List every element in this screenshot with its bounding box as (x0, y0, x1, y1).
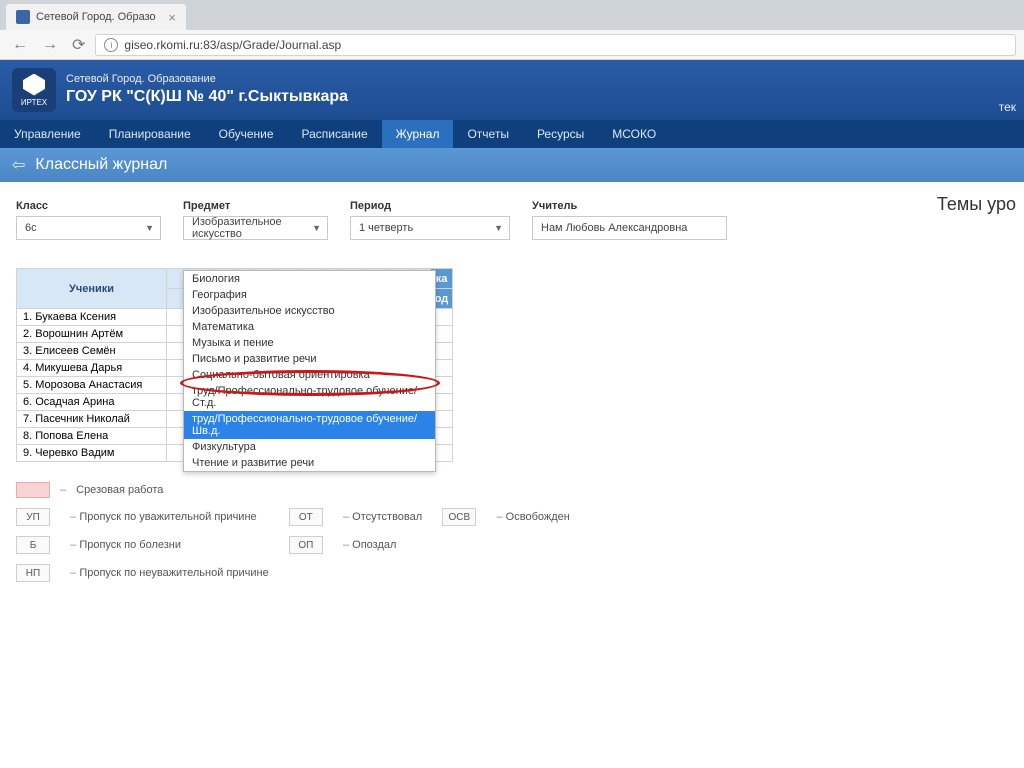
legend-text: – Пропуск по неуважительной причине (70, 567, 275, 579)
dropdown-subject[interactable]: БиологияГеографияИзобразительное искусст… (183, 270, 436, 472)
filter-row: Класс 6c ▼ Предмет Изобразительное искус… (16, 200, 1008, 240)
back-page-icon[interactable]: ⇦ (12, 155, 25, 175)
select-subject[interactable]: Изобразительное искусство ▼ (183, 216, 328, 240)
nav-item-0[interactable]: Управление (0, 120, 95, 148)
students-header: Ученики (17, 269, 167, 309)
page-title: Классный журнал (35, 156, 167, 174)
nav-item-5[interactable]: Отчеты (453, 120, 522, 148)
reload-icon[interactable]: ⟳ (68, 33, 89, 57)
student-name: 4. Микушева Дарья (17, 360, 167, 377)
nav-item-4[interactable]: Журнал (382, 120, 454, 148)
app-titles: Сетевой Город. Образование ГОУ РК "С(К)Ш… (66, 72, 348, 107)
select-teacher[interactable]: Нам Любовь Александровна (532, 216, 727, 240)
legend-text: – Освобожден (497, 511, 577, 523)
student-name: 2. Ворошнин Артём (17, 326, 167, 343)
dropdown-option[interactable]: Социально-бытовая ориентировка (184, 367, 435, 383)
legend-code: ОСВ (442, 508, 476, 526)
chevron-down-icon: ▼ (312, 223, 321, 233)
tab-title: Сетевой Город. Образо (36, 11, 156, 23)
logo-icon: ИРТЕХ (12, 68, 56, 112)
app-header: ИРТЕХ Сетевой Город. Образование ГОУ РК … (0, 60, 1024, 120)
legend-text: – Пропуск по уважительной причине (70, 511, 275, 523)
grade-grid: Ученикикаод1. Букаева Ксения2. Ворошнин … (16, 268, 1008, 462)
nav-item-7[interactable]: МСОКО (598, 120, 670, 148)
address-bar: ← → ⟳ i giseo.rkomi.ru:83/asp/Grade/Jour… (0, 30, 1024, 60)
main-nav: УправлениеПланированиеОбучениеРасписание… (0, 120, 1024, 148)
student-name: 9. Черевко Вадим (17, 445, 167, 462)
back-icon[interactable]: ← (8, 34, 32, 56)
school-name: ГОУ РК "С(К)Ш № 40" г.Сыктывкара (66, 87, 348, 108)
label-teacher: Учитель (532, 200, 727, 212)
dropdown-option[interactable]: Музыка и пение (184, 335, 435, 351)
legend-code: ОТ (289, 508, 323, 526)
nav-item-3[interactable]: Расписание (288, 120, 382, 148)
favicon-icon (16, 10, 30, 24)
tab-strip: Сетевой Город. Образо × (0, 0, 1024, 30)
url-text: giseo.rkomi.ru:83/asp/Grade/Journal.asp (124, 38, 341, 52)
legend-text: – Пропуск по болезни (70, 539, 275, 551)
legend-code: Б (16, 536, 50, 554)
student-name: 7. Пасечник Николай (17, 411, 167, 428)
chevron-down-icon: ▼ (494, 223, 503, 233)
filter-period: Период 1 четверть ▼ (350, 200, 510, 240)
filter-subject: Предмет Изобразительное искусство ▼ (183, 200, 328, 240)
browser-tab[interactable]: Сетевой Город. Образо × (6, 4, 186, 30)
system-name: Сетевой Город. Образование (66, 72, 348, 86)
site-info-icon[interactable]: i (104, 38, 118, 52)
student-name: 3. Елисеев Семён (17, 343, 167, 360)
legend-text: – Опоздал (343, 539, 428, 551)
dropdown-option[interactable]: Математика (184, 319, 435, 335)
browser-chrome: Сетевой Город. Образо × ← → ⟳ i giseo.rk… (0, 0, 1024, 60)
legend: – Срезовая работа УП – Пропуск по уважите… (16, 482, 1008, 582)
nav-item-1[interactable]: Планирование (95, 120, 205, 148)
legend-codes: УП – Пропуск по уважительной причине ОТ – О… (16, 508, 576, 582)
nav-item-6[interactable]: Ресурсы (523, 120, 598, 148)
dropdown-option[interactable]: Письмо и развитие речи (184, 351, 435, 367)
filter-teacher: Учитель Нам Любовь Александровна (532, 200, 727, 240)
dropdown-option[interactable]: География (184, 287, 435, 303)
label-subject: Предмет (183, 200, 328, 212)
student-name: 8. Попова Елена (17, 428, 167, 445)
dropdown-option[interactable]: Изобразительное искусство (184, 303, 435, 319)
dropdown-option[interactable]: Биология (184, 271, 435, 287)
swatch-label: Срезовая работа (76, 484, 163, 496)
nav-item-2[interactable]: Обучение (205, 120, 288, 148)
forward-icon[interactable]: → (38, 34, 62, 56)
filter-class: Класс 6c ▼ (16, 200, 161, 240)
student-name: 5. Морозова Анастасия (17, 377, 167, 394)
label-period: Период (350, 200, 510, 212)
dropdown-option[interactable]: труд/Профессионально-трудовое обучение/С… (184, 383, 435, 411)
chevron-down-icon: ▼ (145, 223, 154, 233)
dropdown-option[interactable]: Чтение и развитие речи (184, 455, 435, 471)
section-heading: Темы уро (937, 194, 1016, 215)
legend-code: УП (16, 508, 50, 526)
header-right-text: тек (999, 100, 1016, 114)
page-title-bar: ⇦ Классный журнал (0, 148, 1024, 182)
content: Темы уро Класс 6c ▼ Предмет Изобразитель… (0, 182, 1024, 596)
select-class[interactable]: 6c ▼ (16, 216, 161, 240)
select-period[interactable]: 1 четверть ▼ (350, 216, 510, 240)
legend-code: ОП (289, 536, 323, 554)
url-input[interactable]: i giseo.rkomi.ru:83/asp/Grade/Journal.as… (95, 34, 1016, 56)
student-name: 6. Осадчая Арина (17, 394, 167, 411)
legend-swatch-row: – Срезовая работа (16, 482, 1008, 498)
legend-text: – Отсутствовал (343, 511, 428, 523)
close-icon[interactable]: × (168, 10, 176, 25)
legend-code: НП (16, 564, 50, 582)
dropdown-option[interactable]: Физкультура (184, 439, 435, 455)
swatch-srezovaya (16, 482, 50, 498)
student-name: 1. Букаева Ксения (17, 309, 167, 326)
label-class: Класс (16, 200, 161, 212)
dropdown-option[interactable]: труд/Профессионально-трудовое обучение/Ш… (184, 411, 435, 439)
